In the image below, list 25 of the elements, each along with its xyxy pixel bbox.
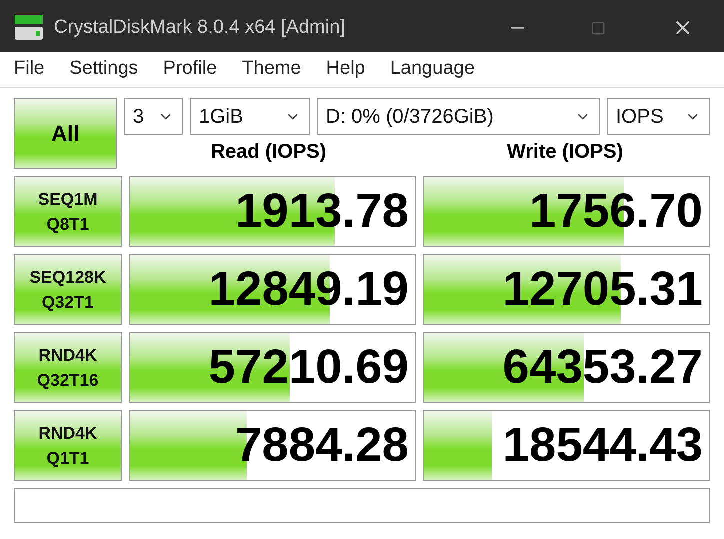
comment-field[interactable] [14,488,710,523]
result-value: 1756.70 [529,188,703,236]
menu-item[interactable]: Language [390,55,475,84]
test-button[interactable]: SEQ1M Q8T1 [14,176,122,247]
all-button[interactable]: All [14,98,117,169]
dropdown[interactable]: D: 0% (0/3726GiB) [317,98,600,135]
test-button[interactable]: RND4K Q32T16 [14,332,122,403]
window-title: CrystalDiskMark 8.0.4 x64 [Admin] [54,16,346,40]
menu-item[interactable]: Help [326,55,366,84]
menu-item[interactable]: File [14,55,45,84]
result-value: 18544.43 [502,422,703,470]
result-value: 7884.28 [235,422,409,470]
result-value: 64353.27 [502,344,703,392]
column-header: Read (IOPS) [210,140,327,165]
column-header: Write (IOPS) [507,140,624,165]
menu-item[interactable]: Theme [242,55,302,84]
menu-item[interactable]: Settings [70,55,138,84]
result-value: 57210.69 [208,344,409,392]
disk-icon [14,13,44,43]
dropdown[interactable]: 3 [124,98,183,135]
dropdown[interactable]: IOPS [607,98,710,135]
dropdown[interactable]: 1GiB [190,98,310,135]
menu-item[interactable]: Profile [163,55,218,84]
test-button[interactable]: SEQ128K Q32T1 [14,254,122,325]
test-button[interactable]: RND4K Q1T1 [14,410,122,481]
